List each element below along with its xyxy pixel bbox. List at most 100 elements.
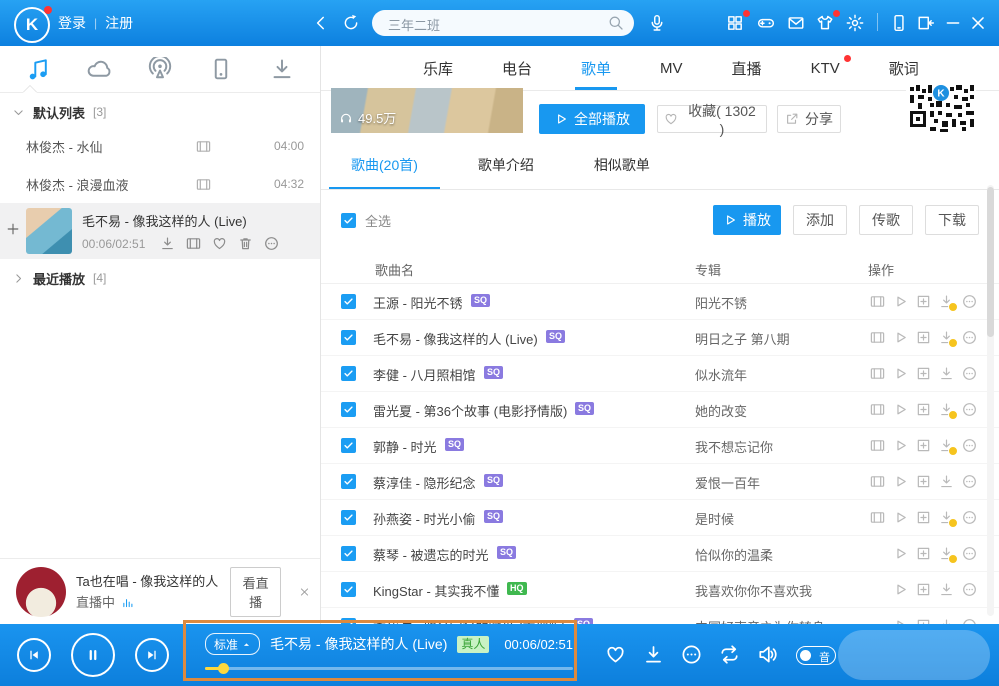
- sidebar-group-default-list[interactable]: 默认列表 [3]: [0, 97, 320, 127]
- now-playing-title[interactable]: 毛不易 - 像我这样的人 (Live): [82, 211, 310, 230]
- mv-icon[interactable]: [186, 236, 201, 251]
- share-button[interactable]: 分享: [777, 105, 841, 133]
- back-button[interactable]: [312, 14, 330, 32]
- row-album[interactable]: 是时候: [695, 509, 734, 528]
- row-album[interactable]: 阳光不锈: [695, 293, 747, 312]
- pause-button[interactable]: [71, 633, 115, 677]
- row-song-title[interactable]: 蔡淳佳 - 隐形纪念: [373, 473, 476, 492]
- nav-tab[interactable]: 歌词: [887, 47, 921, 90]
- play-selected-button[interactable]: 播放: [713, 205, 781, 235]
- row-checkbox[interactable]: [341, 402, 356, 417]
- nav-tab[interactable]: KTV: [809, 49, 842, 88]
- previous-button[interactable]: [17, 638, 51, 672]
- song-title[interactable]: 林俊杰 - 水仙: [26, 137, 196, 156]
- row-play-icon[interactable]: [893, 294, 908, 309]
- mv-icon[interactable]: [870, 366, 885, 381]
- close-button[interactable]: [969, 14, 987, 32]
- login-link[interactable]: 登录: [58, 13, 86, 33]
- tab-local-music-icon[interactable]: [26, 57, 50, 81]
- apps-grid-icon[interactable]: [726, 14, 744, 32]
- row-checkbox[interactable]: [341, 510, 356, 525]
- watch-live-button[interactable]: 看直播: [230, 567, 281, 617]
- nav-tab[interactable]: MV: [658, 49, 685, 88]
- row-add-icon[interactable]: [916, 510, 931, 525]
- chevron-down-icon[interactable]: [12, 106, 25, 119]
- mv-icon[interactable]: [870, 474, 885, 489]
- messages-icon[interactable]: [787, 14, 805, 32]
- settings-gear-icon[interactable]: [846, 14, 864, 32]
- music-recognition-icon[interactable]: [648, 14, 666, 32]
- nav-tab[interactable]: 歌单: [579, 47, 613, 90]
- add-button[interactable]: 添加: [793, 205, 847, 235]
- select-all-checkbox[interactable]: [341, 213, 356, 228]
- download-button[interactable]: 下载: [925, 205, 979, 235]
- row-add-icon[interactable]: [916, 474, 931, 489]
- table-row[interactable]: 李健 - 八月照相馆 SQ 似水流年: [321, 356, 999, 392]
- tab-radio-icon[interactable]: [148, 57, 172, 81]
- playlist-cover[interactable]: 49.5万: [331, 88, 523, 133]
- mv-icon[interactable]: [870, 510, 885, 525]
- table-row[interactable]: 雷光夏 - 第36个故事 (电影抒情版) SQ 她的改变: [321, 392, 999, 428]
- row-song-title[interactable]: 雷光夏 - 第36个故事 (电影抒情版): [373, 401, 567, 420]
- row-play-icon[interactable]: [893, 402, 908, 417]
- row-song-title[interactable]: 王源 - 阳光不锈: [373, 293, 463, 312]
- content-tab[interactable]: 相似歌单: [590, 155, 654, 189]
- row-checkbox[interactable]: [341, 438, 356, 453]
- mv-icon[interactable]: [870, 438, 885, 453]
- table-row[interactable]: 蔡淳佳 - 隐形纪念 SQ 爱恨一百年: [321, 464, 999, 500]
- lyrics-panel-highlight[interactable]: [838, 630, 990, 680]
- tab-cloud-icon[interactable]: [87, 57, 111, 81]
- row-song-title[interactable]: 毛不易 - 像我这样的人 (Live): [373, 329, 538, 348]
- row-play-icon[interactable]: [893, 582, 908, 597]
- download-icon[interactable]: [160, 236, 175, 251]
- mv-icon[interactable]: [196, 177, 211, 192]
- games-icon[interactable]: [757, 14, 775, 32]
- table-row[interactable]: 郭静 - 时光 SQ 我不想忘记你: [321, 428, 999, 464]
- select-all-label[interactable]: 全选: [365, 211, 391, 230]
- scrollbar[interactable]: [987, 185, 994, 616]
- nav-tab[interactable]: 乐库: [421, 47, 455, 90]
- mini-mode-icon[interactable]: [917, 14, 935, 32]
- row-download-icon[interactable]: [939, 294, 954, 309]
- row-add-icon[interactable]: [916, 438, 931, 453]
- table-row[interactable]: KingStar - 其实我不懂 HQ 我喜欢你你不喜欢我: [321, 572, 999, 608]
- mobile-app-icon[interactable]: [890, 14, 908, 32]
- row-song-title[interactable]: 蔡琴 - 被遗忘的时光: [373, 545, 489, 564]
- now-playing-row[interactable]: 毛不易 - 像我这样的人 (Live) 00:06/02:51: [0, 203, 320, 259]
- song-title[interactable]: 林俊杰 - 浪漫血液: [26, 175, 196, 194]
- row-song-title[interactable]: KingStar - 其实我不懂: [373, 581, 499, 600]
- row-add-icon[interactable]: [916, 330, 931, 345]
- sound-effect-toggle[interactable]: 音: [796, 646, 836, 665]
- row-download-icon[interactable]: [939, 546, 954, 561]
- refresh-button[interactable]: [342, 14, 360, 32]
- row-download-icon[interactable]: [939, 438, 954, 453]
- row-album[interactable]: 她的改变: [695, 401, 747, 420]
- row-more-icon[interactable]: [962, 402, 977, 417]
- next-button[interactable]: [135, 638, 169, 672]
- nav-tab[interactable]: 直播: [730, 47, 764, 90]
- row-download-icon[interactable]: [939, 366, 954, 381]
- content-tab[interactable]: 歌曲(20首): [347, 155, 422, 189]
- row-album[interactable]: 恰似你的温柔: [695, 545, 773, 564]
- row-more-icon[interactable]: [962, 294, 977, 309]
- row-add-icon[interactable]: [916, 546, 931, 561]
- content-tab[interactable]: 歌单介绍: [474, 155, 538, 189]
- row-song-title[interactable]: 李健 - 八月照相馆: [373, 365, 476, 384]
- transfer-button[interactable]: 传歌: [859, 205, 913, 235]
- row-add-icon[interactable]: [916, 402, 931, 417]
- row-song-title[interactable]: 郭静 - 时光: [373, 437, 437, 456]
- row-play-icon[interactable]: [893, 510, 908, 525]
- row-album[interactable]: 明日之子 第八期: [695, 329, 790, 348]
- row-album[interactable]: 我喜欢你你不喜欢我: [695, 581, 812, 600]
- more-ellipsis-icon[interactable]: [264, 236, 279, 251]
- row-checkbox[interactable]: [341, 546, 356, 561]
- row-song-title[interactable]: 孙燕姿 - 时光小偷: [373, 509, 476, 528]
- scrollbar-thumb[interactable]: [987, 187, 994, 337]
- skin-theme-icon[interactable]: [816, 14, 834, 32]
- row-download-icon[interactable]: [939, 402, 954, 417]
- sidebar-group-recent[interactable]: 最近播放 [4]: [0, 263, 320, 293]
- tab-download-icon[interactable]: [270, 57, 294, 81]
- row-more-icon[interactable]: [962, 546, 977, 561]
- row-checkbox[interactable]: [341, 294, 356, 309]
- heart-icon[interactable]: [212, 236, 227, 251]
